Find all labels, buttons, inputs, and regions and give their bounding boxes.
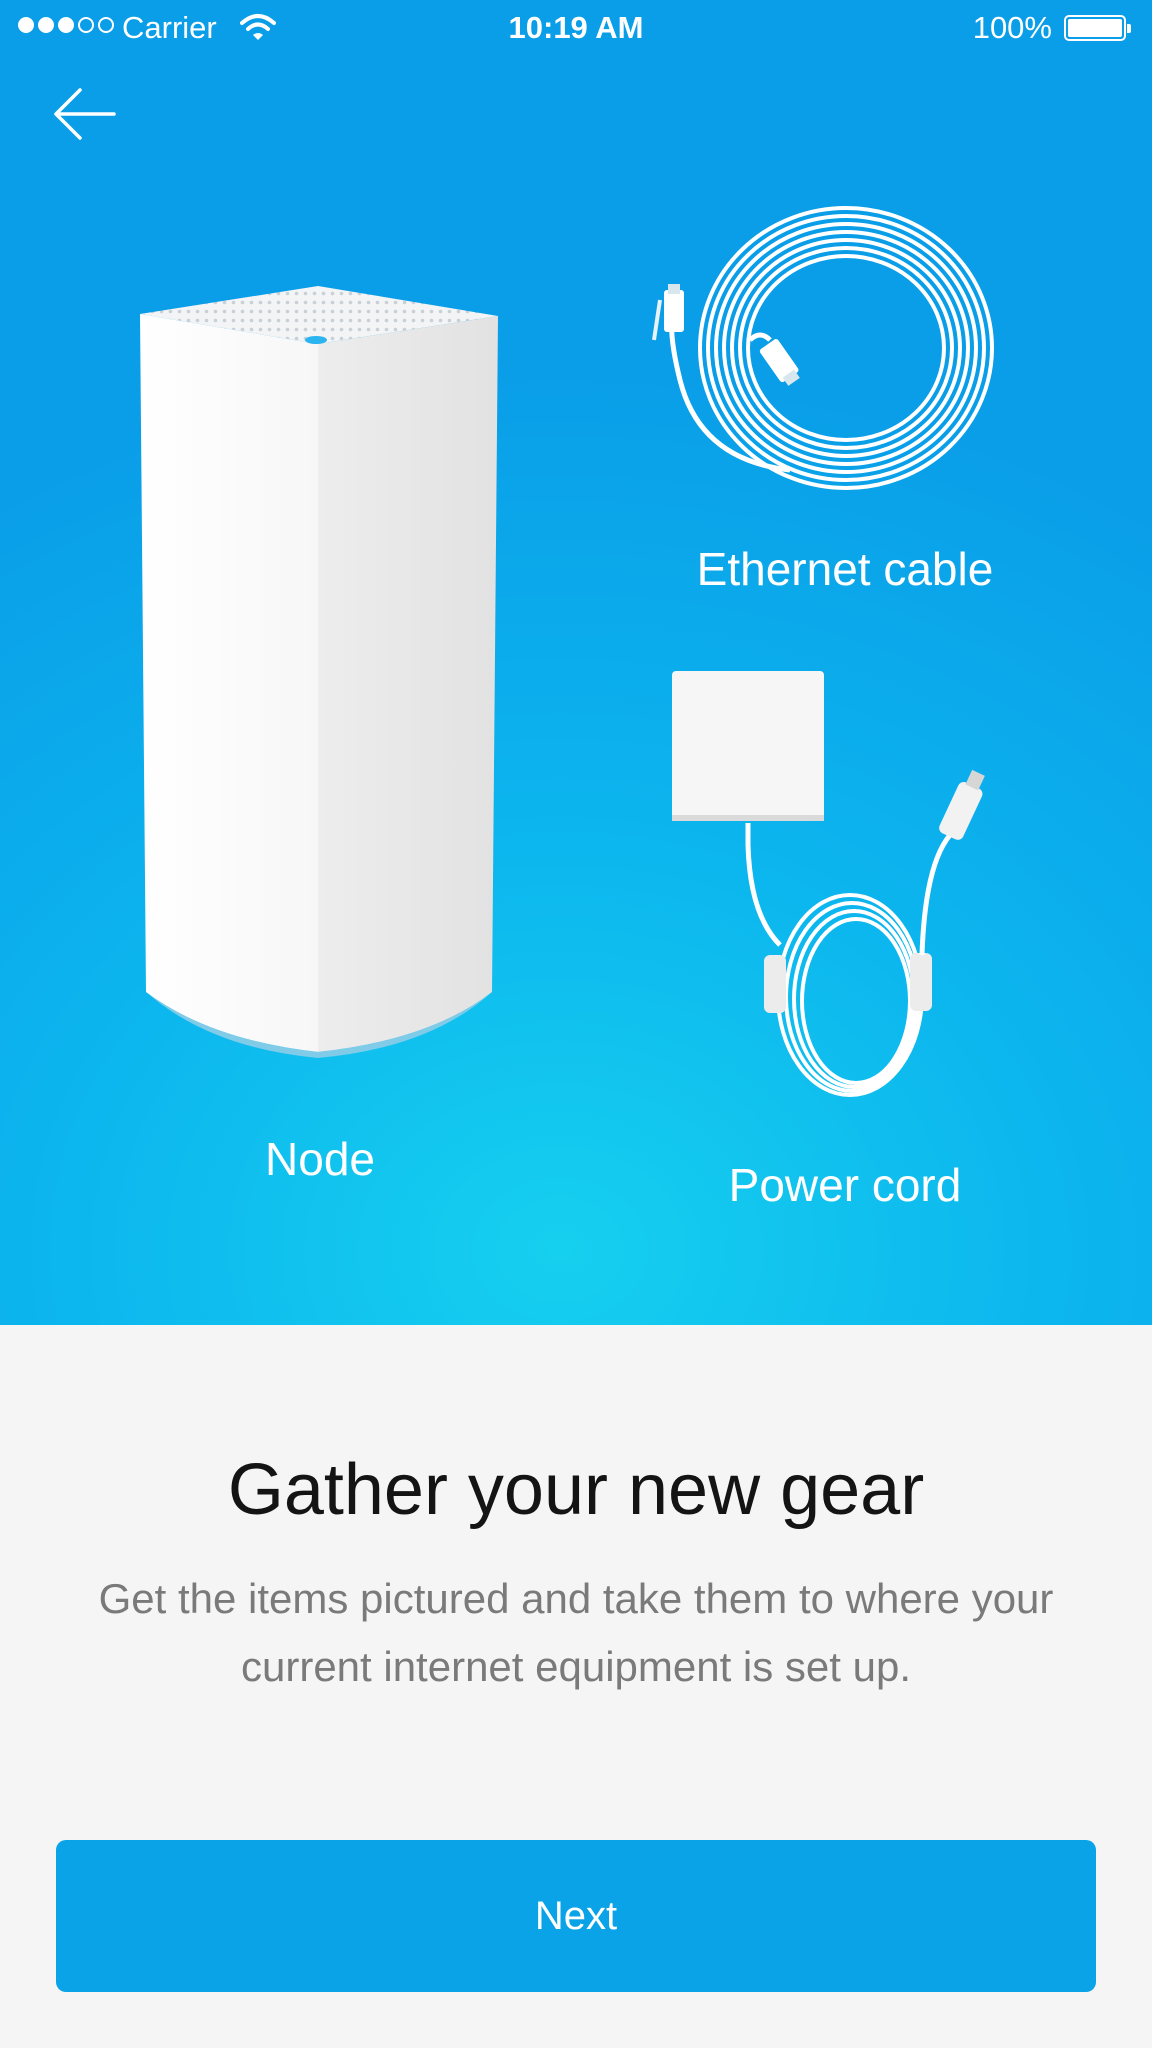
ethernet-cable-label: Ethernet cable xyxy=(696,543,994,595)
power-cord-illustration xyxy=(672,671,985,1097)
power-cord-label: Power cord xyxy=(728,1159,962,1211)
status-bar: Carrier 10:19 AM 100% xyxy=(0,0,1152,58)
page-title: Gather your new gear xyxy=(227,1450,925,1530)
node-illustration xyxy=(140,286,498,1058)
battery-icon xyxy=(1064,15,1131,41)
node-label: Node xyxy=(265,1133,375,1185)
battery-percentage: 100% xyxy=(972,10,1052,45)
content-panel: Gather your new gear Get the items pictu… xyxy=(0,1325,1152,2048)
instruction-text: Get the items pictured and take them to … xyxy=(98,1575,1054,1690)
ethernet-cable-illustration xyxy=(652,206,994,490)
back-button[interactable] xyxy=(52,84,118,144)
next-button[interactable]: Next xyxy=(56,1840,1096,1992)
arrow-left-icon xyxy=(54,88,116,140)
hero-panel: Carrier 10:19 AM 100% Node Ethernet cabl… xyxy=(0,0,1152,1325)
